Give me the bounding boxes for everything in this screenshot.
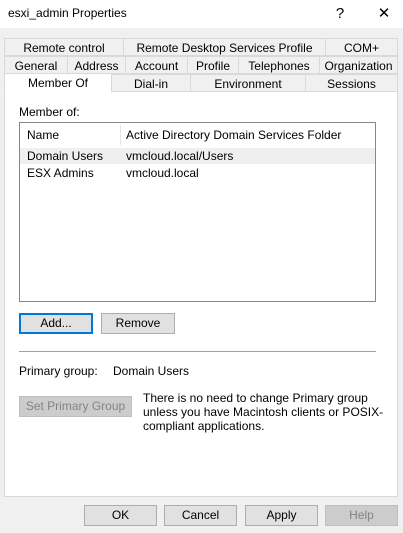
title-bar: esxi_admin Properties ? ✕ — [0, 0, 403, 28]
tab-telephones[interactable]: Telephones — [238, 56, 320, 74]
member-of-label: Member of: — [19, 105, 80, 119]
tab-remote-desktop-services-profile[interactable]: Remote Desktop Services Profile — [123, 38, 326, 56]
list-header: Name Active Directory Domain Services Fo… — [20, 123, 375, 147]
group-folder: vmcloud.local — [126, 166, 199, 180]
add-button[interactable]: Add... — [19, 313, 93, 334]
tab-com-plus[interactable]: COM+ — [325, 38, 398, 56]
remove-button[interactable]: Remove — [101, 313, 175, 334]
column-header-name[interactable]: Name — [27, 128, 59, 142]
member-of-list[interactable]: Name Active Directory Domain Services Fo… — [19, 122, 376, 302]
tab-remote-control[interactable]: Remote control — [4, 38, 124, 56]
tab-general[interactable]: General — [4, 56, 68, 74]
primary-group-note: There is no need to change Primary group… — [143, 391, 384, 433]
primary-group-label: Primary group: — [19, 364, 98, 378]
apply-button[interactable]: Apply — [245, 505, 318, 526]
primary-group-value: Domain Users — [113, 364, 190, 378]
tab-account[interactable]: Account — [125, 56, 188, 74]
set-primary-group-button[interactable]: Set Primary Group — [19, 396, 132, 417]
tab-member-of[interactable]: Member Of — [4, 73, 112, 93]
divider — [19, 351, 376, 352]
ok-button[interactable]: OK — [84, 505, 157, 526]
help-button[interactable]: Help — [325, 505, 398, 526]
tab-organization[interactable]: Organization — [319, 56, 398, 74]
tab-dial-in[interactable]: Dial-in — [111, 74, 191, 92]
column-divider[interactable] — [120, 125, 121, 145]
tab-profile[interactable]: Profile — [187, 56, 239, 74]
tab-sessions[interactable]: Sessions — [305, 74, 398, 92]
group-name: Domain Users — [27, 149, 104, 163]
group-name: ESX Admins — [27, 166, 94, 180]
tab-address[interactable]: Address — [67, 56, 126, 74]
group-folder: vmcloud.local/Users — [126, 149, 234, 163]
tab-environment[interactable]: Environment — [190, 74, 306, 92]
column-header-folder[interactable]: Active Directory Domain Services Folder — [126, 128, 341, 142]
close-icon[interactable]: ✕ — [362, 0, 403, 28]
window-title: esxi_admin Properties — [8, 6, 127, 20]
list-item[interactable]: Domain Users vmcloud.local/Users — [20, 148, 375, 164]
list-item[interactable]: ESX Admins vmcloud.local — [20, 165, 375, 181]
cancel-button[interactable]: Cancel — [164, 505, 237, 526]
help-icon[interactable]: ? — [318, 0, 362, 28]
